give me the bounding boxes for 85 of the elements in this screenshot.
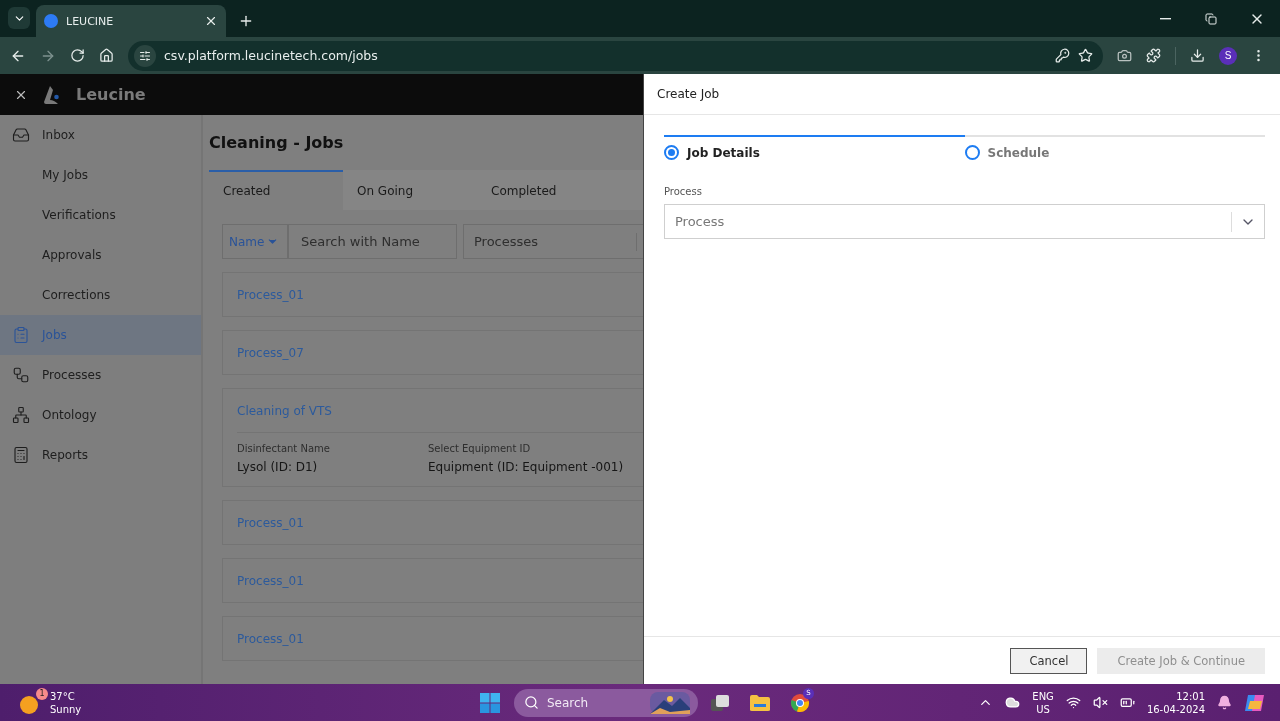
sidebar-label: Reports	[42, 448, 89, 462]
muted-speaker-icon[interactable]	[1092, 695, 1108, 710]
task-view-icon[interactable]	[710, 693, 730, 712]
field-value: Lysol (ID: D1)	[237, 460, 319, 474]
sidebar-icon	[12, 126, 30, 144]
tab-list-button[interactable]	[8, 7, 30, 29]
search-field[interactable]: Search with Name	[288, 224, 457, 259]
new-tab-button[interactable]	[238, 13, 254, 29]
cancel-button[interactable]: Cancel	[1010, 647, 1088, 674]
sidebar-label: Jobs	[42, 328, 67, 342]
field-label: Disinfectant Name	[237, 443, 331, 454]
download-icon[interactable]	[1190, 48, 1205, 63]
clock-date[interactable]: 16-04-2024	[1146, 702, 1205, 716]
sidebar-label: Approvals	[42, 248, 102, 262]
taskbar-search[interactable]: Search	[514, 688, 698, 717]
process-select[interactable]: Process	[664, 204, 1265, 239]
sidebar-label: Inbox	[42, 128, 75, 142]
sidebar-label: Verifications	[42, 208, 116, 222]
sidebar-item[interactable]: Ontology	[0, 395, 201, 435]
sidebar-icon	[12, 326, 30, 344]
clock-time[interactable]: 12:01	[1176, 689, 1205, 703]
close-tab-button[interactable]	[204, 14, 218, 28]
home-button[interactable]	[99, 48, 114, 63]
sidebar-item[interactable]: My Jobs	[0, 155, 201, 195]
sidebar-icon	[12, 406, 30, 424]
sidebar-label: Ontology	[42, 408, 97, 422]
job-title: Cleaning of VTS	[237, 402, 333, 420]
address-bar[interactable]: csv.platform.leucinetech.com/jobs	[128, 40, 1103, 71]
url-text: csv.platform.leucinetech.com/jobs	[164, 48, 379, 63]
step-label: Schedule	[987, 145, 1050, 160]
field-label: Process	[664, 186, 703, 197]
sidebar-item[interactable]: Reports	[0, 435, 201, 475]
bookmark-star-icon[interactable]	[1078, 48, 1093, 63]
minimize-icon	[1159, 17, 1171, 20]
battery-icon[interactable]	[1119, 695, 1135, 710]
notification-badge: 1	[36, 687, 48, 700]
sidebar-icon	[12, 366, 30, 384]
camera-icon[interactable]	[1117, 48, 1132, 63]
language[interactable]: ENG	[1032, 689, 1054, 703]
wifi-icon[interactable]	[1065, 695, 1081, 710]
step-tab[interactable]: Schedule	[964, 135, 1265, 160]
job-title: Process_01	[237, 630, 305, 648]
region[interactable]: US	[1036, 702, 1050, 716]
job-title: Process_01	[237, 286, 305, 304]
temperature: 37°C	[50, 689, 76, 703]
site-favicon	[44, 14, 58, 28]
sidebar-item[interactable]: Approvals	[0, 235, 201, 275]
extensions-icon[interactable]	[1146, 48, 1161, 63]
sidebar-label: Corrections	[42, 288, 111, 302]
logo-icon	[42, 84, 62, 105]
sidebar-label: Processes	[42, 368, 102, 382]
sidebar-label: My Jobs	[42, 168, 89, 182]
reload-button[interactable]	[70, 48, 85, 63]
sidebar-item[interactable]: Inbox	[0, 115, 201, 155]
restore-icon	[1205, 12, 1217, 25]
copilot-icon[interactable]	[1244, 692, 1266, 713]
job-title: Process_07	[237, 344, 305, 362]
step-tab[interactable]: Job Details	[664, 135, 965, 160]
page-title: Cleaning - Jobs	[209, 132, 345, 154]
sidebar-item[interactable]: Verifications	[0, 195, 201, 235]
folder-icon[interactable]	[749, 693, 771, 712]
processes-dropdown[interactable]: Processes	[463, 224, 643, 259]
step-radio[interactable]	[964, 145, 980, 160]
sidebar-item[interactable]: Corrections	[0, 275, 201, 315]
profile-avatar[interactable]: S	[1219, 46, 1237, 65]
bell-icon[interactable]	[1217, 695, 1232, 710]
status-tab[interactable]: Created	[209, 170, 343, 210]
windows-start-icon[interactable]	[480, 692, 500, 713]
sidebar-icon	[12, 446, 30, 464]
browser-tab[interactable]: LEUCINE	[36, 5, 226, 37]
brand-name: Leucine	[76, 85, 146, 104]
search-icon	[524, 695, 539, 710]
weather-icon[interactable]	[20, 695, 38, 714]
job-title: Process_01	[237, 514, 305, 532]
drawer-title: Create Job	[657, 87, 720, 101]
key-icon[interactable]	[1055, 48, 1070, 63]
field-label: Select Equipment ID	[428, 443, 532, 454]
sidebar-item[interactable]: Processes	[0, 355, 201, 395]
site-settings-icon[interactable]	[134, 44, 156, 67]
cloud-icon[interactable]	[1005, 695, 1021, 710]
tab-title: LEUCINE	[66, 14, 115, 28]
weather-condition: Sunny	[50, 702, 82, 716]
step-radio[interactable]	[664, 145, 679, 160]
step-label: Job Details	[687, 145, 760, 160]
job-title: Process_01	[237, 572, 305, 590]
